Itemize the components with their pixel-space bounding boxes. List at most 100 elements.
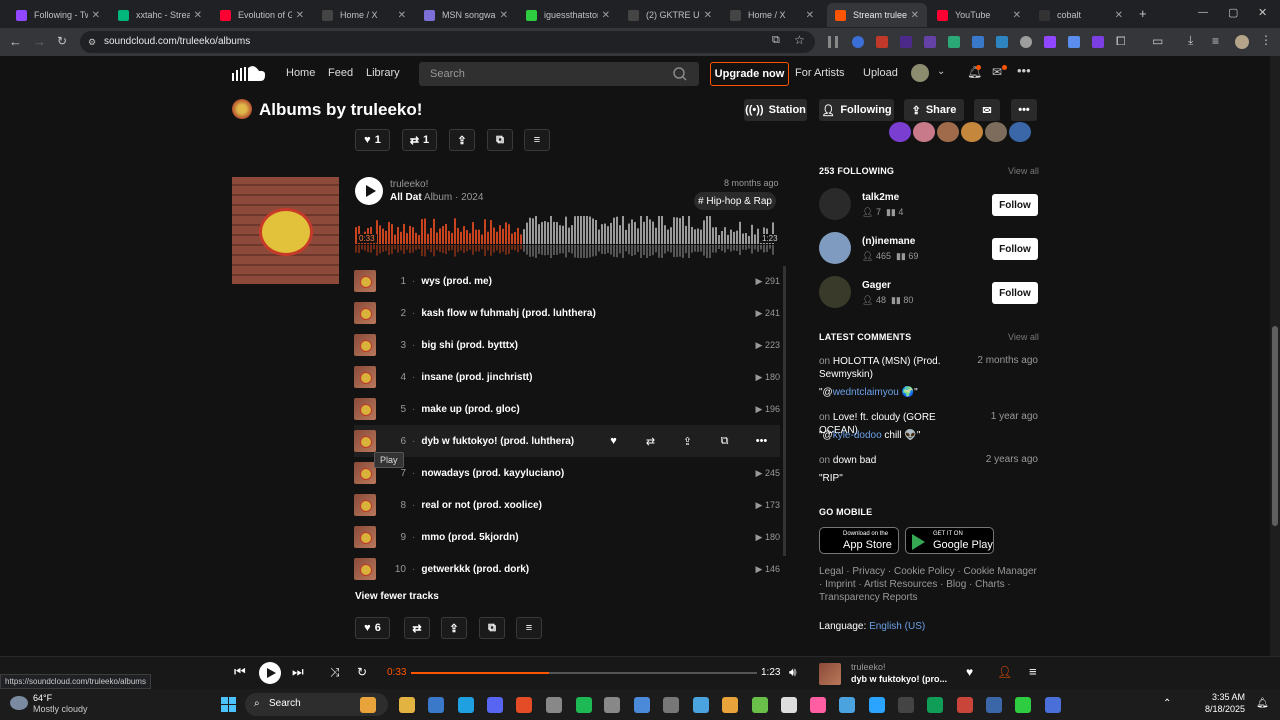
extension-icon[interactable] bbox=[1068, 36, 1080, 48]
now-playing-artwork[interactable] bbox=[819, 663, 841, 685]
browser-tab[interactable]: Evolution of Gc ✕ bbox=[212, 3, 312, 27]
url-bar[interactable]: ⚙ soundcloud.com/truleeko/albums bbox=[80, 31, 815, 53]
taskbar-app-icon[interactable] bbox=[810, 697, 826, 713]
taskbar-app-icon[interactable] bbox=[752, 697, 768, 713]
follow-button[interactable]: Follow bbox=[992, 194, 1038, 216]
track-artwork[interactable] bbox=[354, 494, 376, 516]
close-tab-icon[interactable]: ✕ bbox=[500, 10, 508, 21]
site-info-icon[interactable]: ⚙ bbox=[88, 31, 96, 53]
track-row[interactable]: 8 · real or not (prod. xoolice) ▶ 173 bbox=[354, 489, 780, 521]
track-artwork[interactable] bbox=[354, 270, 376, 292]
player-play-button[interactable] bbox=[259, 662, 281, 684]
browser-tab[interactable]: iguessthatstonc ✕ bbox=[518, 3, 618, 27]
tray-chevron-icon[interactable]: ⌃ bbox=[1163, 698, 1171, 709]
like-heart-icon[interactable]: ♥ bbox=[595, 435, 632, 447]
following-view-all[interactable]: View all bbox=[1008, 166, 1039, 176]
browser-tab[interactable]: Home / X ✕ bbox=[722, 3, 822, 27]
page-scrollbar[interactable] bbox=[1270, 56, 1280, 656]
album-share-button[interactable]: ⇪ bbox=[441, 617, 467, 639]
upload-link[interactable]: Upload bbox=[863, 67, 898, 79]
taskbar-app-icon[interactable] bbox=[634, 697, 650, 713]
repost-button[interactable]: ⇄ 1 bbox=[402, 129, 437, 151]
close-tab-icon[interactable]: ✕ bbox=[92, 10, 100, 21]
extension-icon[interactable] bbox=[996, 36, 1008, 48]
browser-tab[interactable]: cobalt ✕ bbox=[1031, 3, 1131, 27]
extension-icon[interactable] bbox=[900, 36, 912, 48]
taskbar-app-icon[interactable] bbox=[869, 697, 885, 713]
google-play-badge[interactable]: GET IT ON Google Play bbox=[905, 527, 994, 554]
more-dots-icon[interactable]: ••• bbox=[743, 435, 780, 447]
repeat-icon[interactable]: ↻ bbox=[357, 665, 367, 679]
follow-button[interactable]: Follow bbox=[992, 238, 1038, 260]
taskbar-app-icon[interactable] bbox=[487, 697, 503, 713]
track-title[interactable]: real or not (prod. xoolice) bbox=[421, 500, 755, 511]
install-app-icon[interactable]: ⧉ bbox=[772, 34, 780, 47]
clock-time[interactable]: 3:35 AM bbox=[1209, 692, 1245, 702]
album-play-button[interactable] bbox=[355, 177, 383, 205]
side-panel-icon[interactable]: ▭ bbox=[1152, 34, 1163, 48]
more-button[interactable]: ••• bbox=[1011, 99, 1037, 121]
taskbar-app-icon[interactable] bbox=[1045, 697, 1061, 713]
taskbar-app-icon[interactable] bbox=[898, 697, 914, 713]
messages-mail-icon[interactable]: ✉ bbox=[992, 65, 1002, 79]
share-button[interactable]: ⇪ Share bbox=[904, 99, 964, 121]
copy-link-button[interactable]: ⧉ bbox=[487, 129, 513, 151]
search-icon[interactable] bbox=[673, 67, 687, 81]
close-tab-icon[interactable]: ✕ bbox=[806, 10, 814, 21]
upgrade-button[interactable]: Upgrade now bbox=[710, 62, 789, 86]
taskbar-app-icon[interactable] bbox=[693, 697, 709, 713]
taskbar-app-icon[interactable] bbox=[546, 697, 562, 713]
footer-links[interactable]: Legal · Privacy · Cookie Policy · Cookie… bbox=[819, 565, 1039, 604]
extensions-puzzle-icon[interactable]: ⧠ bbox=[1116, 34, 1126, 49]
scrollbar-thumb[interactable] bbox=[1272, 326, 1278, 526]
extension-icon[interactable] bbox=[1044, 36, 1056, 48]
user-avatar[interactable] bbox=[911, 64, 929, 82]
track-artwork[interactable] bbox=[354, 462, 376, 484]
copy-icon[interactable]: ⧉ bbox=[706, 435, 743, 448]
track-title[interactable]: getwerkkk (prod. dork) bbox=[421, 564, 755, 575]
track-artwork[interactable] bbox=[354, 302, 376, 324]
user-name[interactable]: talk2me bbox=[862, 192, 899, 203]
chevron-down-icon[interactable]: ⌄ bbox=[937, 66, 945, 77]
comments-view-all[interactable]: View all bbox=[1008, 332, 1039, 342]
weather-temp[interactable]: 64°F bbox=[33, 693, 52, 703]
nav-library[interactable]: Library bbox=[366, 67, 400, 79]
previous-track-icon[interactable]: ⏮ bbox=[234, 664, 246, 680]
share-icon-button[interactable]: ⇪ bbox=[449, 129, 475, 151]
track-artwork[interactable] bbox=[354, 334, 376, 356]
browser-tab[interactable]: Home / X ✕ bbox=[314, 3, 414, 27]
taskbar-app-icon[interactable] bbox=[428, 697, 444, 713]
now-playing-artist[interactable]: truleeko! bbox=[851, 662, 886, 672]
track-row[interactable]: 2 · kash flow w fuhmahj (prod. luhthera) ▶ … bbox=[354, 297, 780, 329]
close-tab-icon[interactable]: ✕ bbox=[911, 10, 919, 21]
follow-button[interactable]: Follow bbox=[992, 282, 1038, 304]
track-row[interactable]: 10 · getwerkkk (prod. dork) ▶ 146 bbox=[354, 553, 780, 585]
track-title[interactable]: nowadays (prod. kayyluciano) bbox=[421, 468, 755, 479]
album-add-to-queue-button[interactable]: ≡ bbox=[516, 617, 542, 639]
extension-icon[interactable] bbox=[1092, 36, 1104, 48]
repost-icon[interactable]: ⇄ bbox=[632, 435, 669, 448]
search-input[interactable]: Search bbox=[419, 62, 699, 86]
browser-tab[interactable]: MSN songwar ✕ bbox=[416, 3, 516, 27]
view-fewer-tracks-link[interactable]: View fewer tracks bbox=[355, 591, 439, 602]
station-button[interactable]: ((•)) Station bbox=[744, 99, 807, 121]
close-tab-icon[interactable]: ✕ bbox=[398, 10, 406, 21]
track-title[interactable]: insane (prod. jinchristt) bbox=[421, 372, 755, 383]
close-tab-icon[interactable]: ✕ bbox=[296, 10, 304, 21]
profile-avatar[interactable] bbox=[1235, 35, 1249, 49]
tracklist-scrollbar[interactable] bbox=[783, 266, 786, 556]
track-row[interactable]: 7 · nowadays (prod. kayyluciano) ▶ 245 bbox=[354, 457, 780, 489]
user-avatar[interactable] bbox=[819, 188, 851, 220]
close-tab-icon[interactable]: ✕ bbox=[1115, 10, 1123, 21]
taskbar-app-icon[interactable] bbox=[986, 697, 1002, 713]
user-avatar[interactable] bbox=[819, 232, 851, 264]
comment-track-link[interactable]: HOLOTTA (MSN) (Prod. Sewmyskin) bbox=[819, 356, 941, 380]
album-like-button[interactable]: ♥ 6 bbox=[355, 617, 390, 639]
next-track-icon[interactable]: ⏭ bbox=[292, 664, 304, 680]
player-progress-track[interactable] bbox=[411, 672, 757, 674]
queue-icon[interactable]: ≡ bbox=[1029, 664, 1037, 679]
track-title[interactable]: mmo (prod. 5kjordn) bbox=[421, 532, 755, 543]
windows-start-icon[interactable] bbox=[221, 697, 236, 712]
menu-kebab-icon[interactable]: ⋮ bbox=[1260, 33, 1272, 47]
share-icon[interactable]: ⇪ bbox=[669, 435, 706, 448]
